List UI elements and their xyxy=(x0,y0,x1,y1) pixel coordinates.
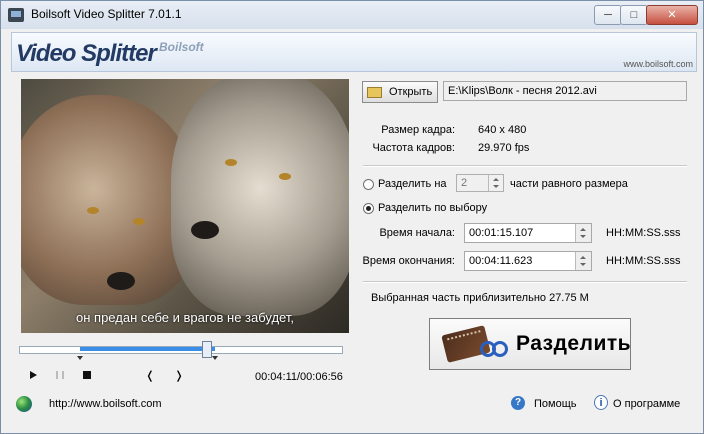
window-title: Boilsoft Video Splitter 7.01.1 xyxy=(31,7,182,21)
frame-rate-label: Частота кадров: xyxy=(372,142,455,154)
frame-size-value: 640 x 480 xyxy=(478,124,527,136)
start-time-label: Время начала: xyxy=(379,227,455,239)
next-icon: ❭ xyxy=(174,369,184,382)
selection-start-marker[interactable] xyxy=(77,356,84,360)
parts-stepper-arrows[interactable] xyxy=(488,175,503,191)
parts-stepper[interactable]: 2 xyxy=(456,174,504,192)
end-time-format: HH:MM:SS.sss xyxy=(606,255,681,267)
previous-icon: ❬ xyxy=(145,369,155,382)
pause-button[interactable] xyxy=(54,369,66,381)
about-link[interactable]: О программе xyxy=(613,398,680,410)
play-button[interactable] xyxy=(27,369,39,381)
app-icon xyxy=(8,8,24,22)
frame-size-label: Размер кадра: xyxy=(381,124,455,136)
previous-button[interactable]: ❬ xyxy=(144,369,156,382)
folder-icon xyxy=(367,87,382,98)
wolf-left-eye-2 xyxy=(133,218,145,225)
globe-icon xyxy=(16,396,32,412)
stop-button[interactable] xyxy=(81,369,93,381)
end-time-value: 00:04:11.623 xyxy=(469,255,533,267)
split-equal-radio[interactable] xyxy=(363,179,374,190)
open-button-label: Открыть xyxy=(389,86,433,98)
split-button-label: Разделить xyxy=(516,332,632,355)
video-subtitle: он предан себе и врагов не забудет, xyxy=(76,310,294,325)
end-time-label: Время окончания: xyxy=(362,255,455,267)
section-divider-2 xyxy=(363,281,687,283)
product-logo-text: Video Splitter xyxy=(16,40,157,67)
parts-value: 2 xyxy=(461,177,468,189)
help-link[interactable]: Помощь xyxy=(534,398,577,410)
website-link[interactable]: http://www.boilsoft.com xyxy=(49,398,162,410)
wolf-right-image xyxy=(171,79,349,316)
play-icon xyxy=(29,371,37,379)
product-banner: Video Splitter Boilsoft www.boilsoft.com xyxy=(11,32,697,72)
wolf-right-nose xyxy=(191,221,219,239)
end-time-field[interactable]: 00:04:11.623 xyxy=(464,251,592,271)
selection-range xyxy=(80,347,216,351)
section-divider-1 xyxy=(363,165,687,167)
selected-size-text: Выбранная часть приблизительно 27.75 М xyxy=(371,292,589,304)
start-time-stepper[interactable] xyxy=(575,224,591,242)
split-selection-label: Разделить по выбору xyxy=(378,202,488,214)
open-button[interactable]: Открыть xyxy=(362,81,438,103)
wolf-right-eye-2 xyxy=(279,173,291,180)
split-equal-label: Разделить на xyxy=(378,178,447,190)
company-logo-text: Boilsoft xyxy=(159,40,204,54)
title-bar[interactable]: Boilsoft Video Splitter 7.01.1 ─ □ ✕ xyxy=(1,1,703,29)
split-selection-radio[interactable] xyxy=(363,203,374,214)
time-display: 00:04:11/00:06:56 xyxy=(255,371,343,383)
video-preview[interactable]: он предан себе и врагов не забудет, xyxy=(21,79,349,333)
split-button[interactable]: Разделить xyxy=(429,318,631,370)
close-button[interactable]: ✕ xyxy=(646,5,698,25)
end-time-stepper[interactable] xyxy=(575,252,591,270)
frame-rate-value: 29.970 fps xyxy=(478,142,530,154)
video-splitter-window: Boilsoft Video Splitter 7.01.1 ─ □ ✕ Vid… xyxy=(0,0,704,434)
banner-url: www.boilsoft.com xyxy=(623,59,693,69)
pause-icon xyxy=(56,371,64,379)
stop-icon xyxy=(83,371,91,379)
info-icon[interactable]: i xyxy=(594,395,608,410)
help-icon[interactable]: ? xyxy=(511,396,525,410)
seek-bar[interactable] xyxy=(19,341,343,358)
start-time-value: 00:01:15.107 xyxy=(469,227,534,239)
wolf-right-eye xyxy=(225,159,237,166)
equal-parts-label: части равного размера xyxy=(510,178,628,190)
minimize-button[interactable]: ─ xyxy=(594,5,622,25)
next-button[interactable]: ❭ xyxy=(173,369,185,382)
selection-end-marker[interactable] xyxy=(212,356,219,360)
seek-thumb[interactable] xyxy=(201,341,212,358)
start-time-format: HH:MM:SS.sss xyxy=(606,227,681,239)
start-time-field[interactable]: 00:01:15.107 xyxy=(464,223,592,243)
maximize-button[interactable]: □ xyxy=(620,5,648,25)
scissors-icon xyxy=(480,329,508,357)
file-path-field[interactable]: E:\Klips\Волк - песня 2012.avi xyxy=(443,81,687,101)
wolf-left-nose xyxy=(107,272,135,290)
wolf-left-eye xyxy=(87,207,99,214)
